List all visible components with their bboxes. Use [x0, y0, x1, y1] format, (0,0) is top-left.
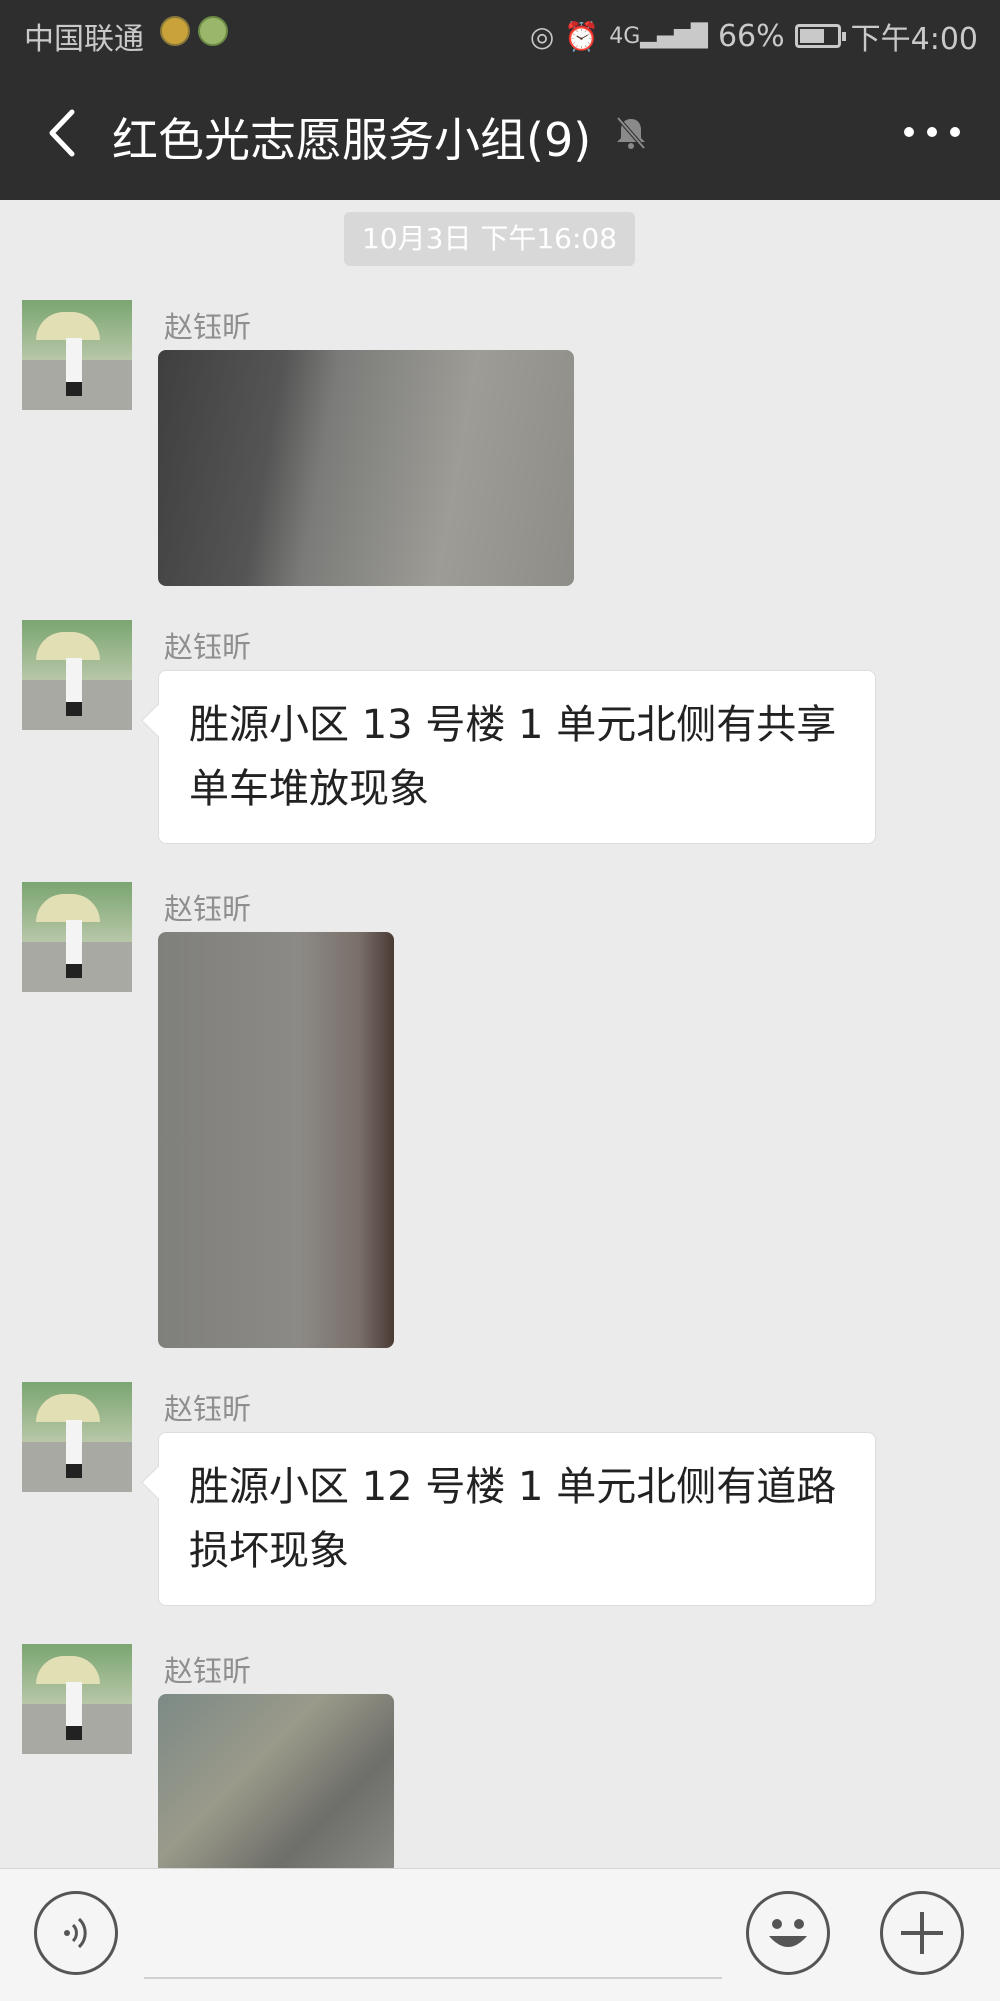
emoji-icon[interactable]: [746, 1891, 830, 1975]
sender-name: 赵钰昕: [164, 1654, 252, 1688]
battery-icon: [794, 24, 846, 48]
sender-name: 赵钰昕: [164, 892, 252, 926]
image-message[interactable]: [158, 350, 574, 586]
message-input[interactable]: [144, 1977, 722, 1979]
signal-icon: 4G▂▄▆█: [609, 23, 708, 49]
app-notification-icon: [198, 16, 228, 46]
image-message[interactable]: [158, 932, 394, 1348]
notification-icons: [160, 16, 228, 46]
sender-name: 赵钰昕: [164, 310, 252, 344]
status-right: ◎ ⏰ 4G▂▄▆█ 66% 下午4:00: [530, 14, 978, 58]
avatar[interactable]: [22, 1382, 132, 1492]
wifi-icon: ◎: [529, 19, 555, 53]
avatar[interactable]: [22, 300, 132, 410]
text-message-bubble[interactable]: 胜源小区 13 号楼 1 单元北侧有共享单车堆放现象: [158, 670, 876, 844]
avatar[interactable]: [22, 620, 132, 730]
battery-fill: [799, 29, 824, 43]
text-message-bubble[interactable]: 胜源小区 12 号楼 1 单元北侧有道路损坏现象: [158, 1432, 876, 1606]
plus-icon[interactable]: [880, 1891, 964, 1975]
sender-name: 赵钰昕: [164, 1392, 252, 1426]
chat-header: 红色光志愿服务小组(9): [0, 66, 1000, 200]
voice-icon[interactable]: [34, 1891, 118, 1975]
clock: 下午4:00: [850, 22, 978, 57]
image-message[interactable]: [158, 1694, 394, 1874]
message-timestamp: 10月3日 下午16:08: [344, 212, 636, 266]
avatar[interactable]: [22, 882, 132, 992]
chat-input-bar: [0, 1868, 1000, 2001]
avatar[interactable]: [22, 1644, 132, 1754]
status-bar: 中国联通 ◎ ⏰ 4G▂▄▆█ 66% 下午4:00: [0, 0, 1000, 66]
battery-percent: 66%: [717, 18, 785, 54]
more-icon[interactable]: [904, 122, 960, 142]
back-icon[interactable]: [40, 106, 94, 160]
carrier-label: 中国联通: [24, 22, 144, 57]
alarm-icon: ⏰: [564, 19, 600, 53]
mute-icon: [612, 114, 650, 152]
sender-name: 赵钰昕: [164, 630, 252, 664]
message-notification-icon: [160, 16, 190, 46]
network-type-label: 4G: [609, 23, 641, 49]
chat-title: 红色光志愿服务小组(9): [112, 113, 592, 167]
